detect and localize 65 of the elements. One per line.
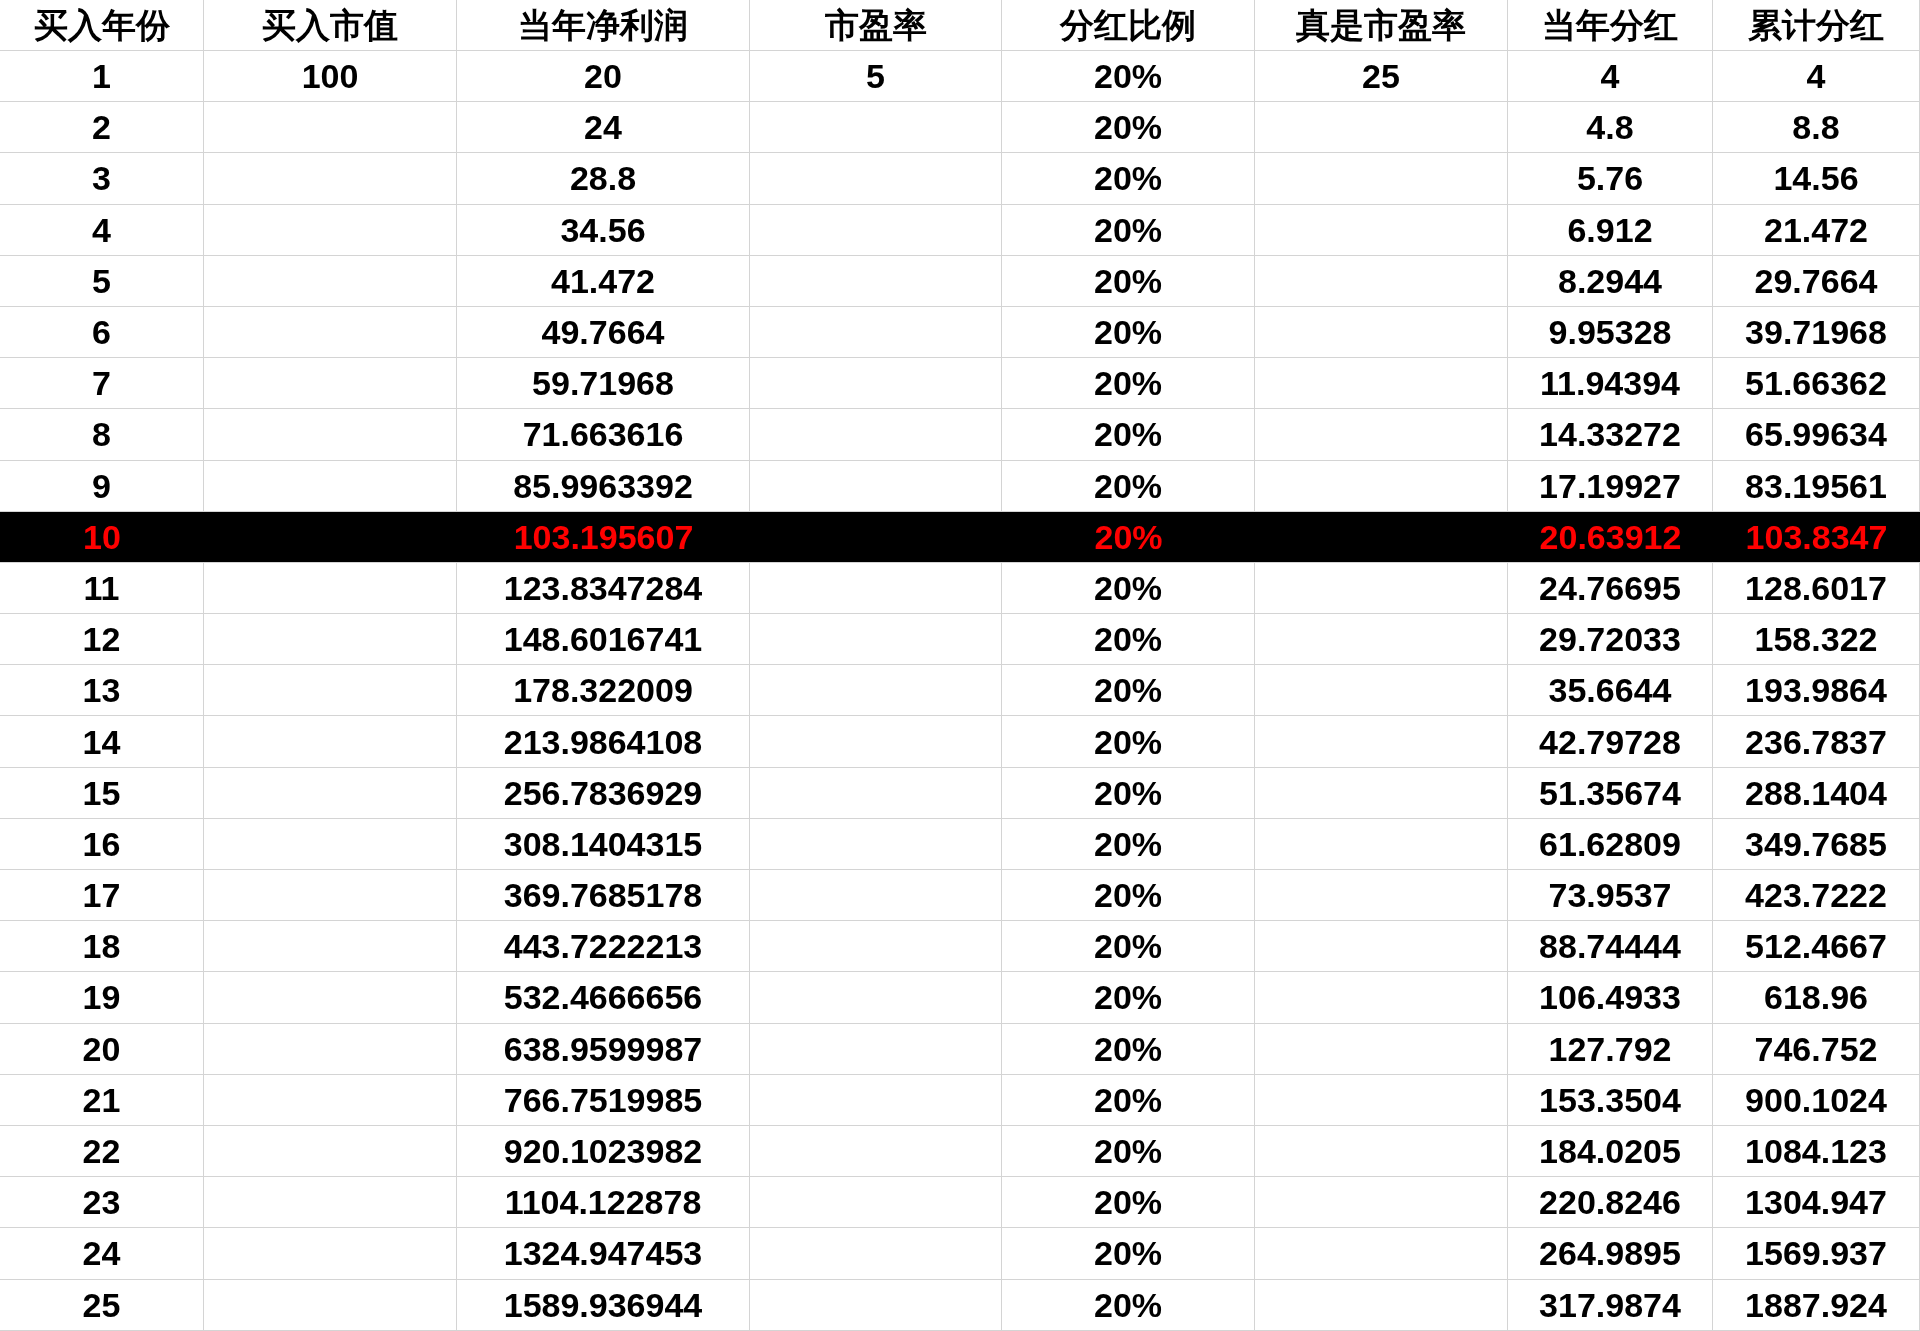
- table-cell: 618.96: [1713, 972, 1920, 1024]
- table-cell: 20%: [1002, 716, 1255, 768]
- table-cell: 20%: [1002, 972, 1255, 1024]
- table-cell: 900.1024: [1713, 1074, 1920, 1126]
- table-cell: 746.752: [1713, 1023, 1920, 1075]
- table-cell: 20%: [1002, 153, 1255, 205]
- table-cell: 28.8: [457, 153, 750, 205]
- table-cell: 19: [0, 972, 204, 1024]
- table-cell: 21: [0, 1074, 204, 1126]
- table-cell: 20%: [1002, 1023, 1255, 1075]
- table-cell: 20%: [1002, 1279, 1255, 1331]
- table-cell: 1887.924: [1713, 1279, 1920, 1331]
- table-cell: 213.9864108: [457, 716, 750, 768]
- table-cell: 153.3504: [1508, 1074, 1713, 1126]
- table-cell: 1324.947453: [457, 1228, 750, 1280]
- table-cell: 15: [0, 767, 204, 819]
- table-cell: 20%: [1002, 460, 1255, 512]
- table-cell: 20%: [1002, 1074, 1255, 1126]
- table-cell: 6.912: [1508, 204, 1713, 256]
- table-cell: 4: [0, 204, 204, 256]
- table-cell: 264.9895: [1508, 1228, 1713, 1280]
- table-cell: 10: [0, 511, 204, 563]
- table-cell: 21.472: [1713, 204, 1920, 256]
- table-cell: 71.663616: [457, 409, 750, 461]
- table-cell: 25: [0, 1279, 204, 1331]
- table-cell: 14.56: [1713, 153, 1920, 205]
- table-cell: 14.33272: [1508, 409, 1713, 461]
- table-cell: 5: [0, 255, 204, 307]
- table-cell: 34.56: [457, 204, 750, 256]
- table-cell: 20%: [1002, 204, 1255, 256]
- table-cell: 83.19561: [1713, 460, 1920, 512]
- table-cell: 8.2944: [1508, 255, 1713, 307]
- table-cell: 85.9963392: [457, 460, 750, 512]
- table-cell: 42.79728: [1508, 716, 1713, 768]
- table-cell: 532.4666656: [457, 972, 750, 1024]
- table-cell: 20%: [1002, 1228, 1255, 1280]
- table-cell: 20: [0, 1023, 204, 1075]
- table-cell: 51.35674: [1508, 767, 1713, 819]
- table-cell: 20.63912: [1508, 511, 1713, 563]
- table-cell: 41.472: [457, 255, 750, 307]
- table-cell: 20%: [1002, 767, 1255, 819]
- table-cell: 65.99634: [1713, 409, 1920, 461]
- table-cell: 766.7519985: [457, 1074, 750, 1126]
- table-cell: 106.4933: [1508, 972, 1713, 1024]
- table-cell: 20%: [1002, 409, 1255, 461]
- table-cell: 3: [0, 153, 204, 205]
- table-cell: 20%: [1002, 511, 1255, 563]
- table-cell: 103.8347: [1713, 511, 1920, 563]
- table-cell: 29.7664: [1713, 255, 1920, 307]
- table-cell: 256.7836929: [457, 767, 750, 819]
- table-cell: 103.195607: [457, 511, 750, 563]
- table-cell: 17.19927: [1508, 460, 1713, 512]
- table-cell: 317.9874: [1508, 1279, 1713, 1331]
- table-cell: 1569.937: [1713, 1228, 1920, 1280]
- table-cell: 1589.936944: [457, 1279, 750, 1331]
- table-cell: 127.792: [1508, 1023, 1713, 1075]
- table-cell: 14: [0, 716, 204, 768]
- table-cell: 9: [0, 460, 204, 512]
- table-cell: 24: [0, 1228, 204, 1280]
- table-cell: 236.7837: [1713, 716, 1920, 768]
- table-cell: 20%: [1002, 255, 1255, 307]
- table-cell: 288.1404: [1713, 767, 1920, 819]
- table-cell: 5.76: [1508, 153, 1713, 205]
- table-cell: 638.9599987: [457, 1023, 750, 1075]
- table-cell: 8: [0, 409, 204, 461]
